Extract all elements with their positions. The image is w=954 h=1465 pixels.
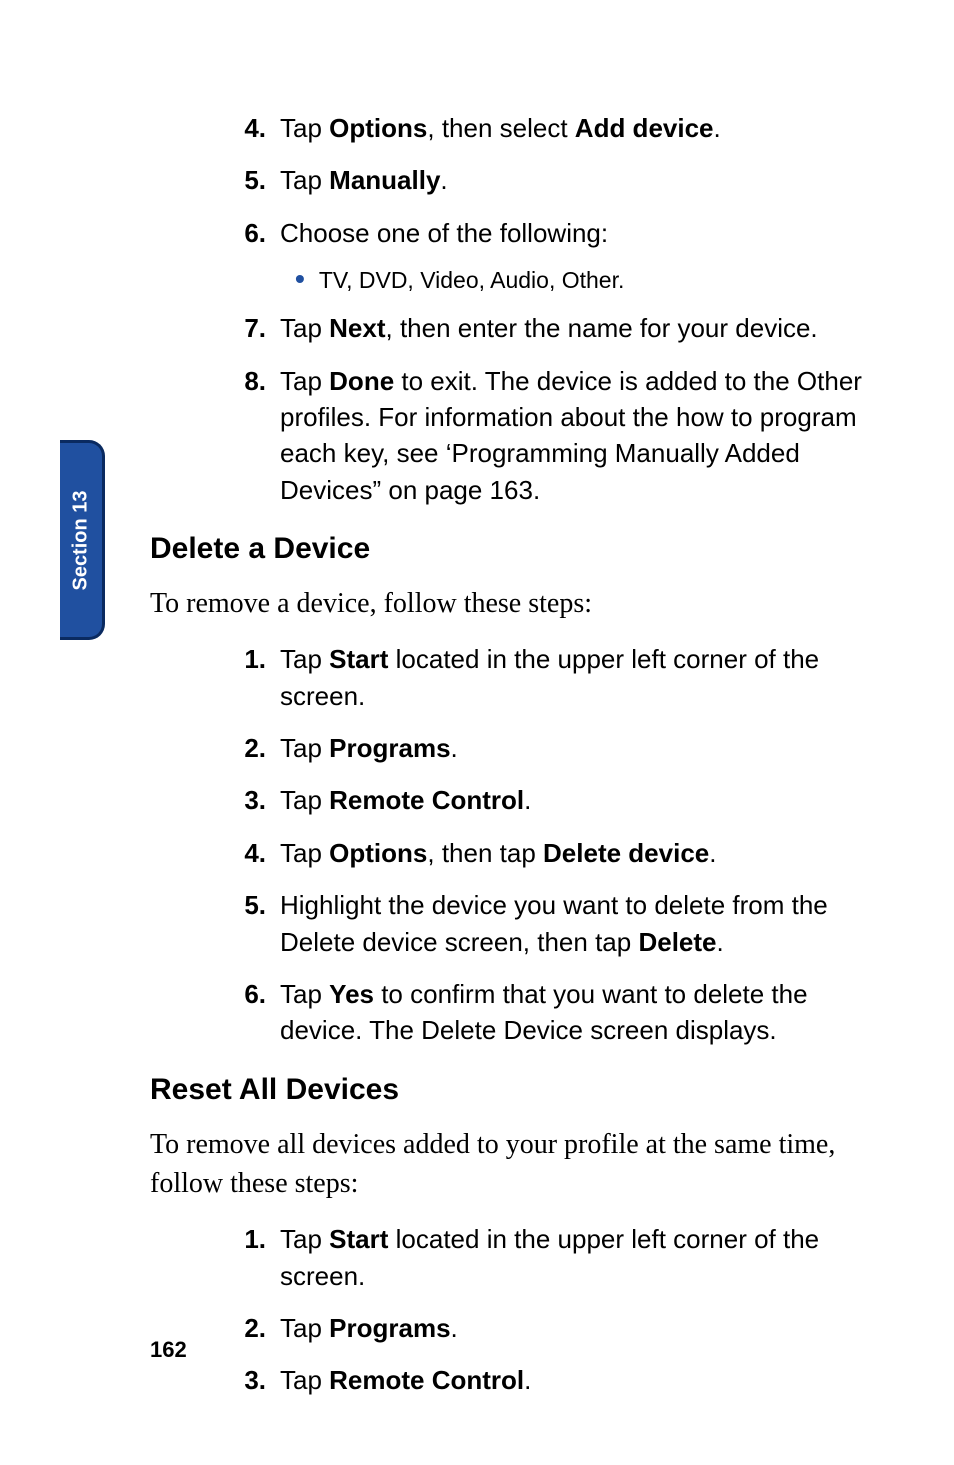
list-item-number: 4. — [230, 110, 280, 146]
list-item: 2.Tap Programs. — [150, 1310, 864, 1346]
page-number: 162 — [150, 1337, 187, 1363]
list-item-number: 7. — [230, 310, 280, 346]
list-item-number: 3. — [230, 782, 280, 818]
list-item-number: 1. — [230, 1221, 280, 1294]
list-item-number: 1. — [230, 641, 280, 714]
list-item: 3.Tap Remote Control. — [150, 1362, 864, 1398]
page-content: 4.Tap Options, then select Add device.5.… — [0, 0, 954, 1465]
section-side-tab-label: Section 13 — [70, 490, 93, 590]
bullet-dot-icon: • — [295, 267, 305, 290]
list-item-text: Tap Remote Control. — [280, 1362, 864, 1398]
heading-reset-all: Reset All Devices — [150, 1073, 864, 1107]
list-item-number: 2. — [230, 730, 280, 766]
bullet-item: • TV, DVD, Video, Audio, Other. — [150, 267, 864, 294]
list-item-number: 5. — [230, 887, 280, 960]
list-a2: 7.Tap Next, then enter the name for your… — [150, 310, 864, 508]
list-item: 5.Tap Manually. — [150, 162, 864, 198]
list-item-number: 4. — [230, 835, 280, 871]
list-item: 6.Tap Yes to confirm that you want to de… — [150, 976, 864, 1049]
list-item-text: Tap Options, then select Add device. — [280, 110, 864, 146]
list-item-text: Tap Remote Control. — [280, 782, 864, 818]
list-item-text: Highlight the device you want to delete … — [280, 887, 864, 960]
list-item: 1.Tap Start located in the upper left co… — [150, 1221, 864, 1294]
list-item: 3.Tap Remote Control. — [150, 782, 864, 818]
list-item-text: Tap Next, then enter the name for your d… — [280, 310, 864, 346]
list-item: 8.Tap Done to exit. The device is added … — [150, 363, 864, 509]
list-item-text: Tap Start located in the upper left corn… — [280, 641, 864, 714]
list-item-text: Tap Programs. — [280, 730, 864, 766]
list-c: 1.Tap Start located in the upper left co… — [150, 1221, 864, 1399]
list-item-text: Tap Start located in the upper left corn… — [280, 1221, 864, 1294]
heading-delete-device: Delete a Device — [150, 532, 864, 566]
list-item-number: 6. — [230, 976, 280, 1049]
list-item: 4.Tap Options, then select Add device. — [150, 110, 864, 146]
list-item-number: 8. — [230, 363, 280, 509]
list-item-text: Tap Manually. — [280, 162, 864, 198]
list-item: 7.Tap Next, then enter the name for your… — [150, 310, 864, 346]
list-item: 5.Highlight the device you want to delet… — [150, 887, 864, 960]
list-item-text: Choose one of the following: — [280, 215, 864, 251]
list-item-text: Tap Done to exit. The device is added to… — [280, 363, 864, 509]
list-item-number: 2. — [230, 1310, 280, 1346]
list-b: 1.Tap Start located in the upper left co… — [150, 641, 864, 1049]
list-item-number: 3. — [230, 1362, 280, 1398]
list-item-text: Tap Yes to confirm that you want to dele… — [280, 976, 864, 1049]
list-item-text: Tap Options, then tap Delete device. — [280, 835, 864, 871]
list-item-number: 6. — [230, 215, 280, 251]
intro-reset-all: To remove all devices added to your prof… — [150, 1125, 864, 1203]
list-item: 4.Tap Options, then tap Delete device. — [150, 835, 864, 871]
bullet-text: TV, DVD, Video, Audio, Other. — [319, 267, 625, 294]
intro-delete-device: To remove a device, follow these steps: — [150, 584, 864, 623]
list-item: 1.Tap Start located in the upper left co… — [150, 641, 864, 714]
list-item-text: Tap Programs. — [280, 1310, 864, 1346]
list-item: 6.Choose one of the following: — [150, 215, 864, 251]
list-a: 4.Tap Options, then select Add device.5.… — [150, 110, 864, 251]
list-item-number: 5. — [230, 162, 280, 198]
section-side-tab: Section 13 — [60, 440, 105, 640]
list-item: 2.Tap Programs. — [150, 730, 864, 766]
